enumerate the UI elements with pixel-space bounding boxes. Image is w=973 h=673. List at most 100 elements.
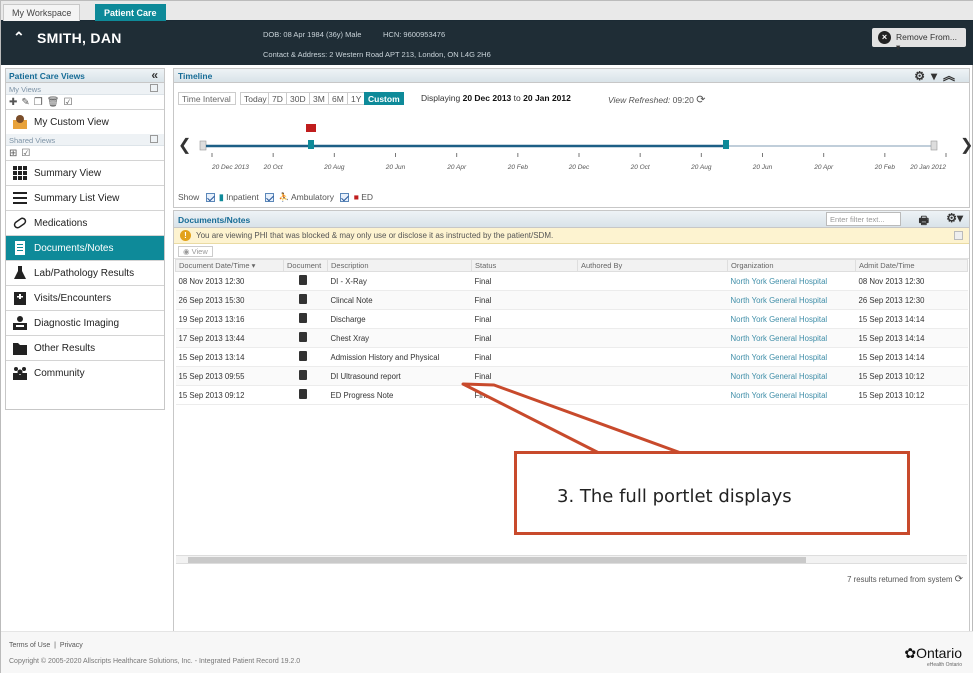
nav-visits-encounters[interactable]: Visits/Encounters: [6, 285, 164, 310]
document-toolbar: ◉ View: [174, 244, 969, 259]
document-icon[interactable]: [298, 389, 307, 399]
column-header[interactable]: Document: [283, 259, 328, 272]
interval-3m-button[interactable]: 3M: [309, 92, 329, 105]
privacy-link[interactable]: Privacy: [60, 642, 83, 649]
refreshed-time: 09:20: [672, 95, 694, 105]
document-icon[interactable]: [298, 370, 307, 380]
imaging-icon: [13, 316, 27, 330]
my-views-header[interactable]: My Views: [6, 83, 164, 95]
add-view-icon[interactable]: ✚: [9, 97, 21, 108]
document-icon[interactable]: [298, 294, 307, 304]
nav-label: My Custom View: [34, 117, 109, 128]
column-header[interactable]: Organization: [727, 259, 856, 272]
tab-my-workspace[interactable]: My Workspace: [3, 4, 81, 21]
table-row[interactable]: 08 Nov 2013 12:30 DI - X-Ray Final North Yo…: [175, 271, 968, 291]
patient-name: SMITH, DAN: [37, 30, 122, 46]
nav-diagnostic-imaging[interactable]: Diagnostic Imaging: [6, 310, 164, 335]
interval-today-button[interactable]: Today: [240, 92, 271, 105]
cell-document: [283, 271, 328, 291]
document-icon[interactable]: [298, 332, 307, 342]
add-shared-icon[interactable]: ⊞: [9, 148, 21, 159]
inpatient-checkbox[interactable]: [205, 193, 215, 203]
interval-1y-button[interactable]: 1Y: [347, 92, 366, 105]
select-shared-icon[interactable]: ☑: [21, 148, 34, 159]
patient-demographics: DOB: 08 Apr 1984 (36y) Male: [263, 30, 362, 39]
logo-text: Ontario: [916, 645, 962, 661]
table-row[interactable]: 19 Sep 2013 13:16 Discharge Final North Yor…: [175, 309, 968, 329]
table-row[interactable]: 15 Sep 2013 09:55 DI Ultrasound report Fin…: [175, 366, 968, 386]
nav-summary-list-view[interactable]: Summary List View: [6, 185, 164, 210]
patient-banner: ⌃ SMITH, DAN DOB: 08 Apr 1984 (36y) Male…: [1, 21, 973, 65]
document-icon[interactable]: [298, 351, 307, 361]
column-header[interactable]: Authored By: [577, 259, 728, 272]
cell-admit-date: 08 Nov 2013 12:30: [855, 271, 968, 291]
horizontal-scrollbar[interactable]: [176, 555, 967, 564]
collapse-banner-icon[interactable]: ⌃: [13, 29, 25, 46]
remove-from-button[interactable]: × Remove From... ▾: [872, 28, 966, 52]
section-toggle-icon[interactable]: [150, 135, 158, 143]
table-row[interactable]: 17 Sep 2013 13:44 Chest Xray Final North Yo…: [175, 328, 968, 348]
nav-label: Lab/Pathology Results: [34, 268, 135, 279]
nav-my-custom-view[interactable]: My Custom View: [6, 109, 164, 134]
cell-admit-date: 15 Sep 2013 14:14: [855, 328, 968, 348]
section-toggle-icon[interactable]: [150, 84, 158, 92]
interval-30d-button[interactable]: 30D: [286, 92, 310, 105]
table-row[interactable]: 26 Sep 2013 15:30 Clincal Note Final North …: [175, 290, 968, 310]
view-label: View: [191, 247, 208, 256]
gear-icon[interactable]: ⚙▾: [946, 211, 963, 225]
scrollbar-thumb[interactable]: [188, 557, 806, 563]
refresh-icon[interactable]: ⟳: [955, 574, 963, 585]
scroll-right-icon: ❯: [960, 137, 971, 154]
view-tools: ✚✎❐🗑☑: [6, 95, 164, 109]
nav-label: Medications: [34, 218, 88, 229]
column-header[interactable]: Admit Date/Time: [855, 259, 968, 272]
cell-status: Final: [471, 328, 578, 348]
nav-lab-pathology[interactable]: Lab/Pathology Results: [6, 260, 164, 285]
tab-patient-care[interactable]: Patient Care: [95, 4, 166, 21]
document-icon: [15, 241, 25, 255]
table-row[interactable]: 15 Sep 2013 13:14 Admission History and P…: [175, 347, 968, 367]
column-header[interactable]: Description: [327, 259, 472, 272]
shared-view-tools: ⊞☑: [6, 146, 164, 160]
edit-view-icon[interactable]: ✎: [21, 97, 33, 108]
view-button[interactable]: ◉ View: [178, 246, 213, 257]
nav-medications[interactable]: Medications: [6, 210, 164, 235]
collapse-portlet-icon[interactable]: ︽: [943, 69, 961, 83]
phi-warning-banner: ! You are viewing PHI that was blocked &…: [174, 228, 969, 244]
collapse-panel-icon[interactable]: «: [151, 68, 158, 82]
terms-link[interactable]: Terms of Use: [9, 642, 50, 649]
time-interval-label: Time Interval: [178, 92, 236, 105]
cell-description: DI - X-Ray: [327, 271, 472, 291]
ed-checkbox[interactable]: [340, 193, 350, 203]
nav-summary-view[interactable]: Summary View: [6, 160, 164, 185]
cell-document: [283, 328, 328, 348]
filter-input[interactable]: Enter filter text...: [826, 212, 901, 226]
tick-label: 20 Aug: [323, 164, 345, 171]
interval-custom-button[interactable]: Custom: [364, 92, 404, 105]
cell-organization: North York General Hospital: [727, 385, 856, 405]
copy-view-icon[interactable]: ❐: [34, 97, 47, 108]
column-header[interactable]: Status: [471, 259, 578, 272]
patient-hcn: HCN: 9600953476: [383, 30, 446, 39]
column-header[interactable]: Document Date/Time ▾: [175, 259, 284, 272]
interval-7d-button[interactable]: 7D: [268, 92, 287, 105]
cell-admit-date: 15 Sep 2013 14:14: [855, 309, 968, 329]
document-icon[interactable]: [298, 313, 307, 323]
range-separator: to: [513, 93, 521, 103]
ambulance-icon: ■: [353, 192, 359, 202]
delete-view-icon[interactable]: 🗑: [47, 97, 64, 108]
nav-community[interactable]: Community: [6, 360, 164, 385]
nav-other-results[interactable]: Other Results: [6, 335, 164, 360]
interval-6m-button[interactable]: 6M: [328, 92, 348, 105]
document-icon[interactable]: [298, 275, 307, 285]
table-row[interactable]: 15 Sep 2013 09:12 ED Progress Note Final No…: [175, 385, 968, 405]
refresh-icon[interactable]: ⟳: [696, 94, 705, 106]
close-warning-icon[interactable]: [954, 231, 963, 240]
gear-icon[interactable]: ⚙▾: [914, 69, 943, 83]
nav-documents-notes[interactable]: Documents/Notes: [6, 235, 164, 260]
shared-views-header[interactable]: Shared Views: [6, 134, 164, 146]
share-view-icon[interactable]: ☑: [63, 97, 76, 108]
ambulatory-checkbox[interactable]: [265, 193, 275, 203]
cell-authored-by: [577, 271, 728, 291]
custom-view-icon: [13, 115, 27, 129]
